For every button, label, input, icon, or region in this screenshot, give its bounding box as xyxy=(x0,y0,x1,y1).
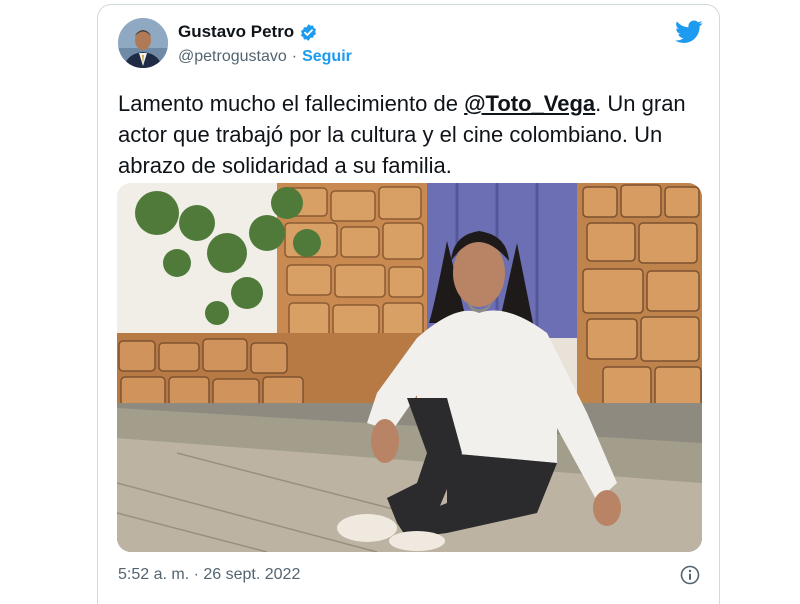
tweet-text-start: Lamento mucho el fallecimiento de xyxy=(118,91,465,116)
author-avatar[interactable] xyxy=(118,18,168,68)
author-name[interactable]: Gustavo Petro xyxy=(178,22,294,42)
info-icon[interactable] xyxy=(680,565,700,585)
handle-separator: · xyxy=(291,48,298,65)
follow-button[interactable]: Seguir xyxy=(302,48,352,66)
tweet-photo[interactable] xyxy=(117,183,702,552)
tweet-timestamp[interactable]: 5:52 a. m. · 26 sept. 2022 xyxy=(118,566,300,584)
tweet-text: Lamento mucho el fallecimiento de @Toto_… xyxy=(118,88,708,181)
mention-link[interactable]: @Toto_Vega xyxy=(464,91,595,116)
verified-badge-icon xyxy=(301,23,317,41)
author-handle[interactable]: @petrogustavo xyxy=(178,48,287,66)
twitter-bird-icon[interactable] xyxy=(675,20,703,44)
